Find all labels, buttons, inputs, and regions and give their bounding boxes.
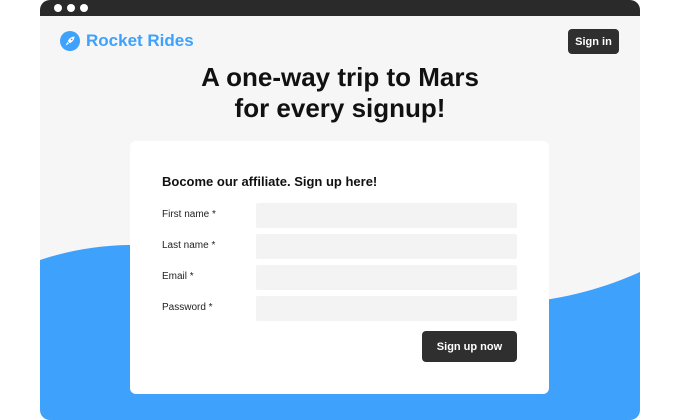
first-name-field[interactable] xyxy=(256,203,517,228)
email-label: Email * xyxy=(162,271,194,282)
password-label: Password * xyxy=(162,302,213,313)
first-name-label: First name * xyxy=(162,209,216,220)
email-field[interactable] xyxy=(256,265,517,290)
last-name-field[interactable] xyxy=(256,234,517,259)
rocket-icon xyxy=(60,31,80,51)
form-title: Bocome our affiliate. Sign up here! xyxy=(162,174,378,189)
last-name-label: Last name * xyxy=(162,240,216,251)
signup-form-card: Bocome our affiliate. Sign up here! Firs… xyxy=(130,141,549,394)
hero-headline-line-2: for every signup! xyxy=(234,93,446,123)
brand[interactable]: Rocket Rides xyxy=(60,31,194,51)
brand-name: Rocket Rides xyxy=(86,31,194,50)
sign-up-now-button[interactable]: Sign up now xyxy=(422,331,517,362)
browser-window: Rocket Rides Sign in A one-way trip to M… xyxy=(40,0,640,420)
password-field[interactable] xyxy=(256,296,517,321)
hero-headline: A one-way trip to Mars for every signup! xyxy=(40,62,640,124)
hero-headline-line-1: A one-way trip to Mars xyxy=(201,62,479,92)
sign-in-button[interactable]: Sign in xyxy=(568,29,619,54)
